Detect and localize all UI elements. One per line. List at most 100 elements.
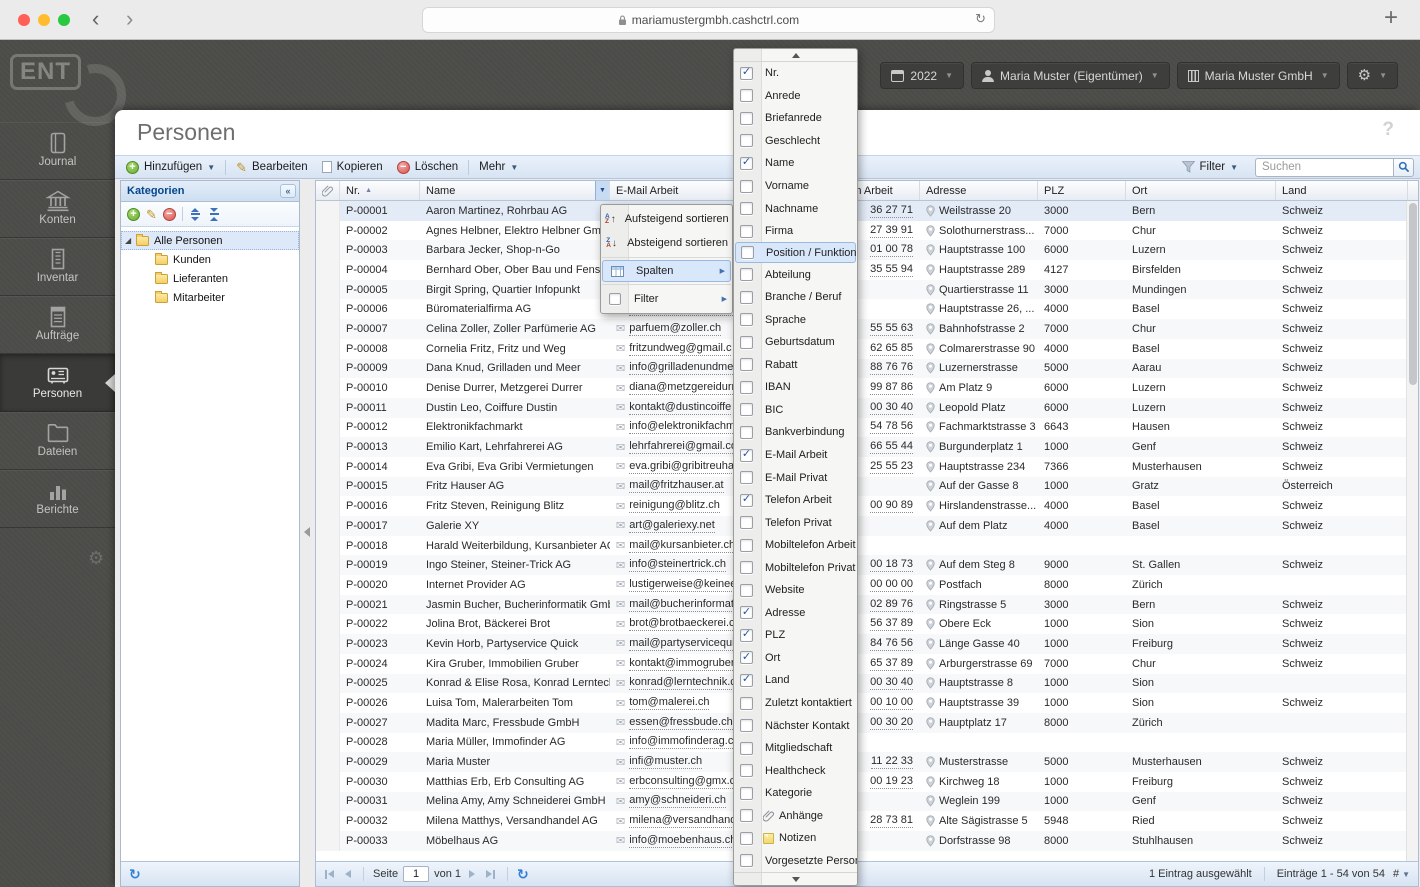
checkbox-icon[interactable] xyxy=(740,516,753,529)
column-option-position-funktion[interactable]: Position / Funktion xyxy=(735,242,856,263)
table-row[interactable]: P-00019Ingo Steiner, Steiner-Trick AG✉in… xyxy=(316,555,1406,575)
checkbox-icon[interactable] xyxy=(740,449,753,462)
phone-link[interactable]: 88 76 76 xyxy=(870,361,913,375)
splitter-collapse-handle[interactable] xyxy=(304,527,310,537)
close-window-button[interactable] xyxy=(18,14,30,26)
checkbox-icon[interactable] xyxy=(740,313,753,326)
checkbox-icon[interactable] xyxy=(740,157,753,170)
checkbox-icon[interactable] xyxy=(740,584,753,597)
table-row[interactable]: P-00025Konrad & Elise Rosa, Konrad Lernt… xyxy=(316,674,1406,694)
column-option-briefanrede[interactable]: Briefanrede xyxy=(734,107,857,130)
checkbox-icon[interactable] xyxy=(740,112,753,125)
menu-item-absteigend-sortieren[interactable]: ZA↓Absteigend sortieren xyxy=(601,231,732,255)
column-option-geburtsdatum[interactable]: Geburtsdatum xyxy=(734,331,857,354)
checkbox-icon[interactable] xyxy=(740,854,753,867)
new-tab-button[interactable]: + xyxy=(1384,4,1398,32)
column-option-mitgliedschaft[interactable]: Mitgliedschaft xyxy=(734,737,857,760)
checkbox-icon[interactable] xyxy=(740,697,753,710)
table-row[interactable]: P-00017Galerie XY✉art@galeriexy.netAuf d… xyxy=(316,516,1406,536)
table-row[interactable]: P-00008Cornelia Fritz, Fritz und Weg✉fri… xyxy=(316,339,1406,359)
column-header-nr[interactable]: Nr. ▲ xyxy=(340,181,420,200)
checkbox-icon[interactable] xyxy=(740,651,753,664)
delete-button[interactable]: − Löschen xyxy=(390,156,465,178)
column-header-attachment[interactable] xyxy=(316,181,340,200)
sidebar-item-konten[interactable]: Konten xyxy=(0,180,115,238)
table-row[interactable]: P-00006Büromaterialfirma AG✉info@bueroma… xyxy=(316,299,1406,319)
email-link[interactable]: eva.gribi@gribitreuha xyxy=(629,460,734,474)
table-row[interactable]: P-00033Möbelhaus AG✉info@moebenhaus.chDo… xyxy=(316,831,1406,851)
column-option-abteilung[interactable]: Abteilung xyxy=(734,263,857,286)
scrollbar-thumb[interactable] xyxy=(1409,203,1417,385)
table-row[interactable]: P-00014Eva Gribi, Eva Gribi Vermietungen… xyxy=(316,457,1406,477)
column-option-anh-nge[interactable]: Anhänge xyxy=(734,805,857,828)
checkbox-icon[interactable] xyxy=(740,403,753,416)
tree-node-alle-personen[interactable]: ◢ Alle Personen xyxy=(121,231,299,250)
checkbox-icon[interactable] xyxy=(740,381,753,394)
column-option-anrede[interactable]: Anrede xyxy=(734,85,857,108)
email-link[interactable]: mail@kursanbieter.ch xyxy=(629,539,735,553)
column-option-adresse[interactable]: Adresse xyxy=(734,602,857,625)
table-row[interactable]: P-00030Matthias Erb, Erb Consulting AG✉e… xyxy=(316,772,1406,792)
remove-category-button[interactable]: − xyxy=(163,208,176,221)
table-row[interactable]: P-00023Kevin Horb, Partyservice Quick✉ma… xyxy=(316,634,1406,654)
column-option-kategorie[interactable]: Kategorie xyxy=(734,782,857,805)
email-link[interactable]: tom@malerei.ch xyxy=(629,696,709,710)
column-option-e-mail-privat[interactable]: E-Mail Privat xyxy=(734,466,857,489)
table-row[interactable]: P-00022Jolina Brot, Bäckerei Brot✉brot@b… xyxy=(316,614,1406,634)
email-link[interactable]: fritzundweg@gmail.c xyxy=(629,342,731,356)
checkbox-icon[interactable] xyxy=(740,336,753,349)
company-menu[interactable]: Maria Muster GmbH ▼ xyxy=(1177,62,1340,89)
phone-link[interactable]: 27 39 91 xyxy=(870,224,913,238)
sidebar-item-personen[interactable]: Personen xyxy=(0,354,115,412)
checkbox-icon[interactable] xyxy=(740,606,753,619)
email-link[interactable]: mail@fritzhauser.at xyxy=(629,479,723,493)
sidebar-item-journal[interactable]: Journal xyxy=(0,122,115,180)
table-row[interactable]: P-00012Elektronikfachmarkt✉info@elektron… xyxy=(316,418,1406,438)
settings-menu[interactable]: ⚙ ▼ xyxy=(1347,62,1398,89)
column-menu-trigger[interactable]: ▼ xyxy=(595,181,609,200)
checkbox-icon[interactable] xyxy=(740,225,753,238)
phone-link[interactable]: 25 55 23 xyxy=(870,460,913,474)
table-row[interactable]: P-00024Kira Gruber, Immobilien Gruber✉ko… xyxy=(316,654,1406,674)
email-link[interactable]: info@elektronikfachm xyxy=(629,420,735,434)
fiscal-year-selector[interactable]: 2022 ▼ xyxy=(880,62,964,89)
tree-node-mitarbeiter[interactable]: Mitarbeiter xyxy=(151,288,299,307)
search-button[interactable] xyxy=(1393,158,1414,177)
zoom-window-button[interactable] xyxy=(58,14,70,26)
column-option-telefon-privat[interactable]: Telefon Privat xyxy=(734,511,857,534)
help-icon[interactable]: ? xyxy=(1382,119,1394,141)
tree-node-lieferanten[interactable]: Lieferanten xyxy=(151,269,299,288)
column-header-adresse[interactable]: Adresse xyxy=(920,181,1038,200)
add-category-button[interactable]: + xyxy=(127,208,140,221)
column-option-iban[interactable]: IBAN xyxy=(734,376,857,399)
checkbox-icon[interactable] xyxy=(740,674,753,687)
phone-link[interactable]: 00 18 73 xyxy=(870,558,913,572)
phone-link[interactable]: 84 76 56 xyxy=(870,637,913,651)
phone-link[interactable]: 66 55 44 xyxy=(870,440,913,454)
table-row[interactable]: P-00021Jasmin Bucher, Bucherinformatik G… xyxy=(316,595,1406,615)
checkbox-icon[interactable] xyxy=(740,358,753,371)
more-button[interactable]: Mehr ▼ xyxy=(472,156,525,178)
copy-button[interactable]: Kopieren xyxy=(315,156,390,178)
add-button[interactable]: + Hinzufügen ▼ xyxy=(119,156,222,178)
email-link[interactable]: milena@versandhand xyxy=(629,814,736,828)
checkbox-icon[interactable] xyxy=(740,719,753,732)
phone-link[interactable]: 01 00 78 xyxy=(870,243,913,257)
phone-link[interactable]: 62 65 85 xyxy=(870,342,913,356)
checkbox-icon[interactable] xyxy=(740,832,753,845)
menu-item-filter[interactable]: Filter▶ xyxy=(601,287,732,311)
edit-category-button[interactable]: ✎ xyxy=(146,208,157,221)
column-header-plz[interactable]: PLZ xyxy=(1038,181,1126,200)
email-link[interactable]: info@immofinderag.c xyxy=(629,735,733,749)
filter-button[interactable]: Filter ▼ xyxy=(1175,156,1245,178)
sidebar-item-berichte[interactable]: Berichte xyxy=(0,470,115,528)
table-row[interactable]: P-00005Birgit Spring, Quartier Infopunkt… xyxy=(316,280,1406,300)
checkbox-icon[interactable] xyxy=(740,764,753,777)
table-row[interactable]: P-00010Denise Durrer, Metzgerei Durrer✉d… xyxy=(316,378,1406,398)
table-row[interactable]: P-00015Fritz Hauser AG✉mail@fritzhauser.… xyxy=(316,477,1406,497)
table-row[interactable]: P-00018Harald Weiterbildung, Kursanbiete… xyxy=(316,536,1406,556)
column-header-name[interactable]: Name ▼ xyxy=(420,181,610,200)
checkbox-icon[interactable] xyxy=(740,426,753,439)
email-link[interactable]: info@moebenhaus.ch xyxy=(629,834,736,848)
menu-item-aufsteigend-sortieren[interactable]: AZ↑Aufsteigend sortieren xyxy=(601,207,732,231)
